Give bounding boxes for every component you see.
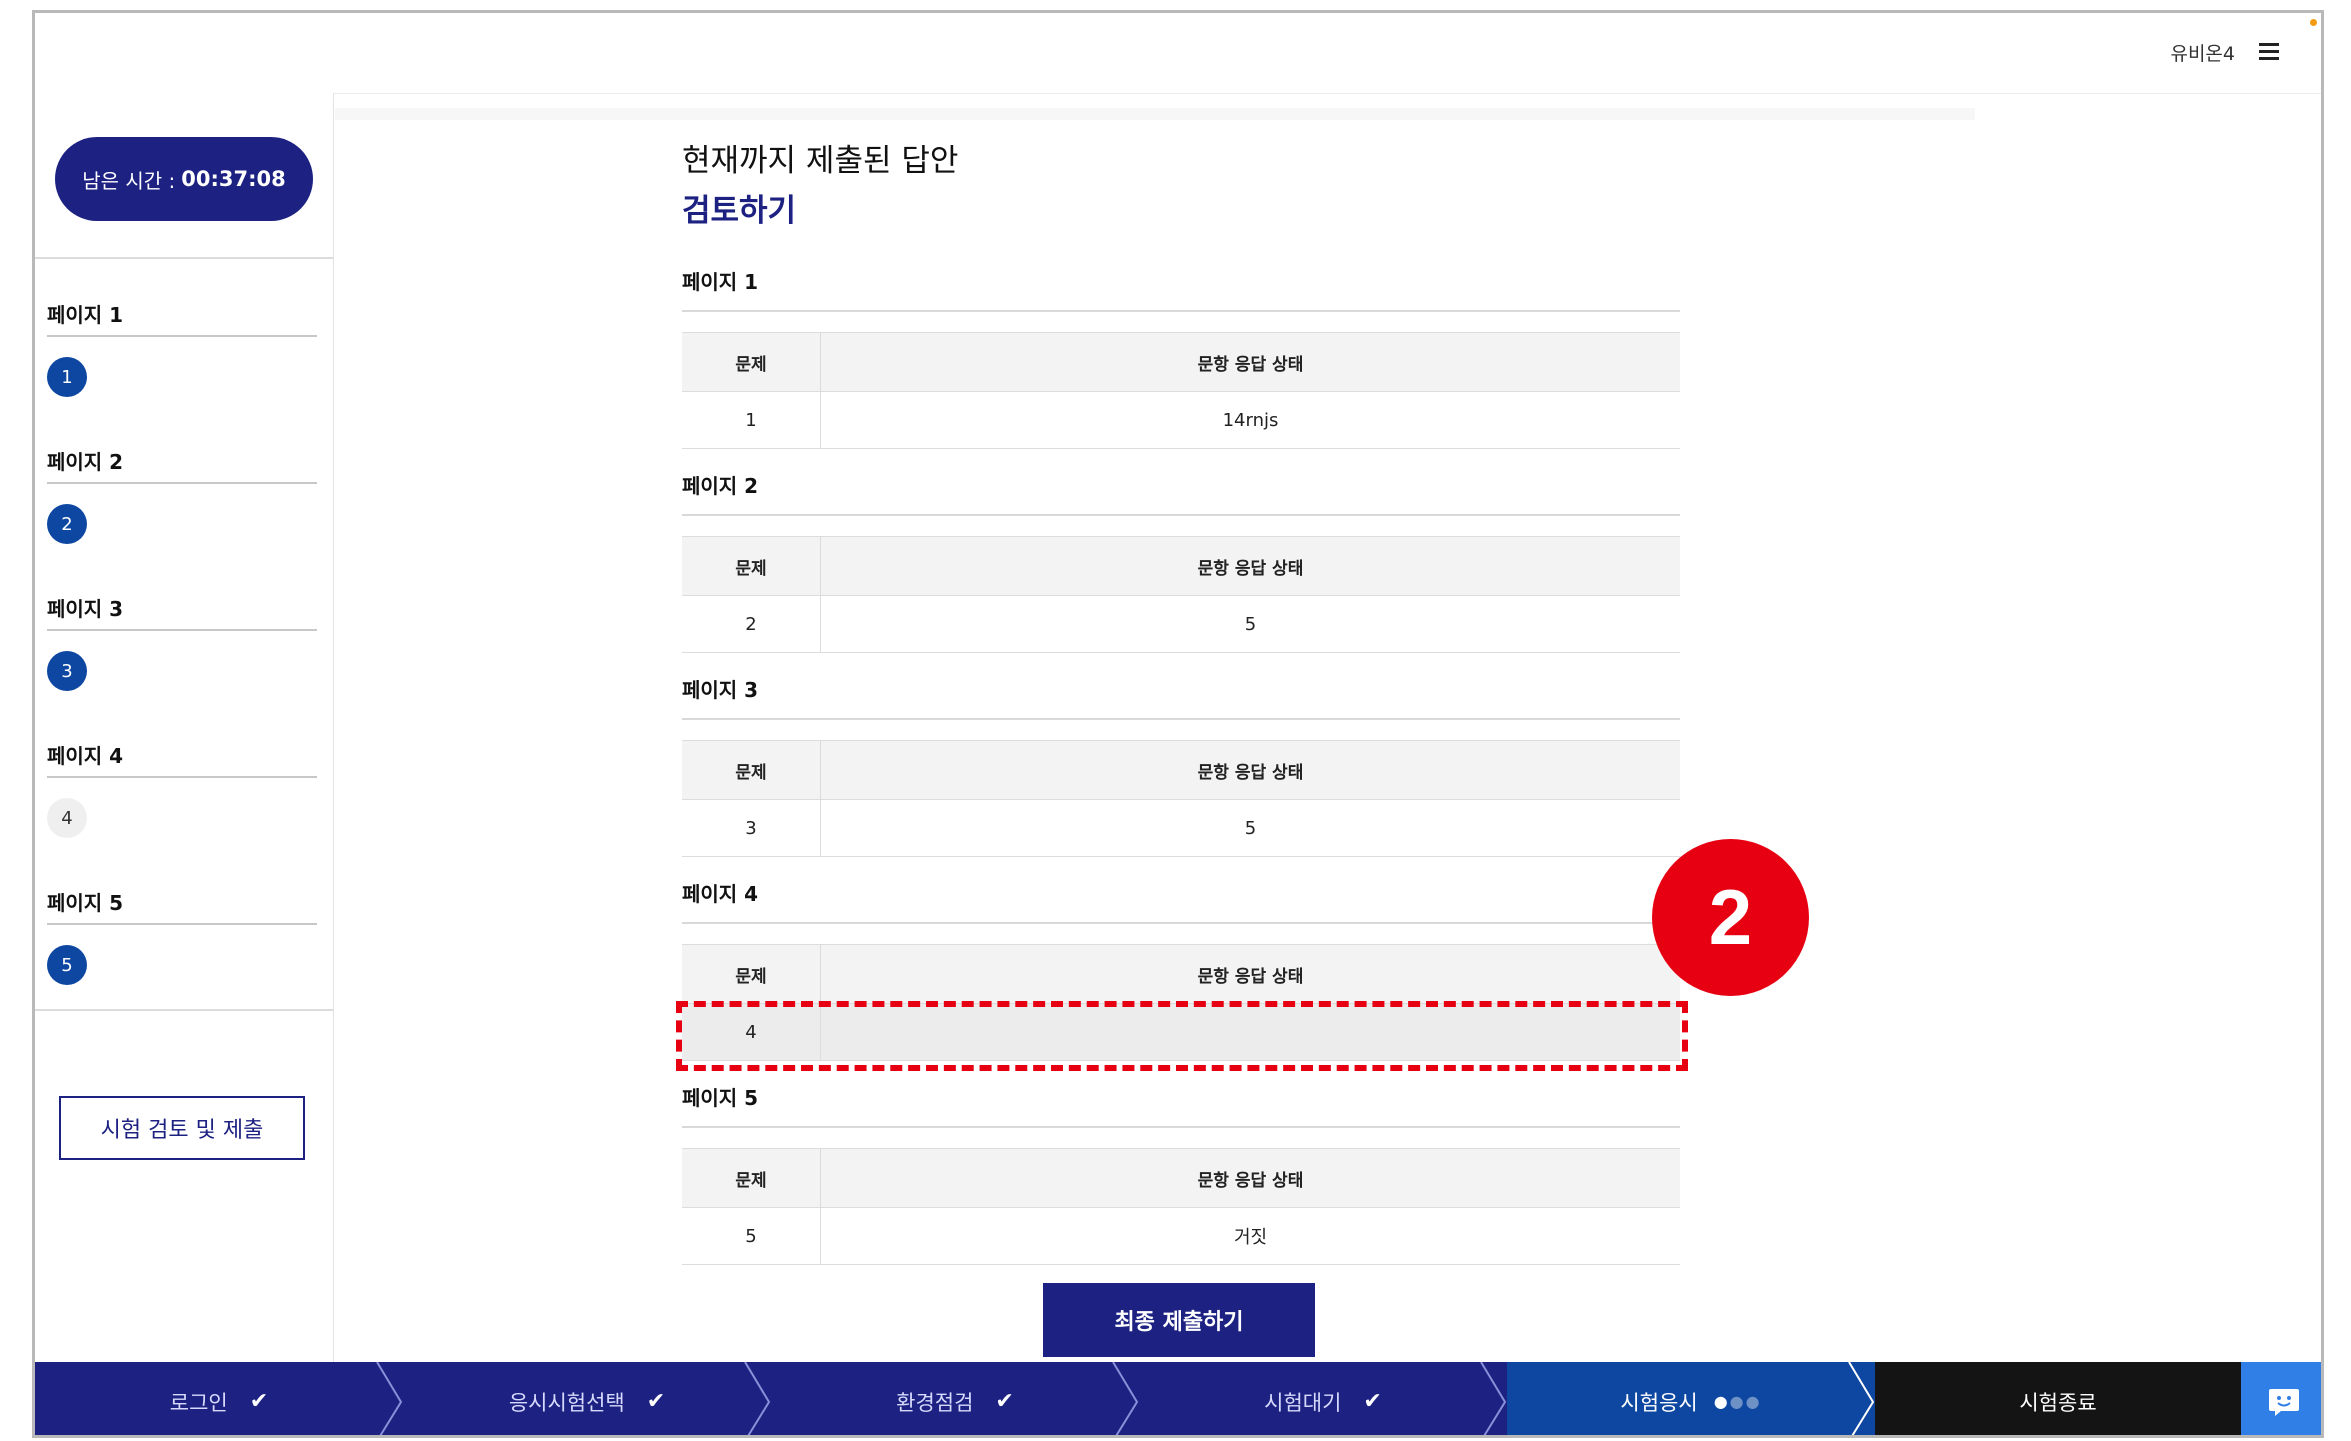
step-label: 시험응시 bbox=[1620, 1390, 1698, 1415]
sidebar-page-title: 페이지 3 bbox=[47, 597, 124, 621]
column-header-status: 문항 응답 상태 bbox=[820, 740, 1680, 800]
checkmark-icon: ✔ bbox=[1363, 1389, 1382, 1414]
column-header-status: 문항 응답 상태 bbox=[820, 1148, 1680, 1208]
step-arrow-icon bbox=[1848, 1362, 1875, 1435]
in-progress-dots-icon: ●●● bbox=[1713, 1392, 1762, 1411]
section-divider bbox=[682, 718, 1680, 720]
sidebar-divider bbox=[35, 257, 333, 259]
answer-status-cell: 5 bbox=[820, 595, 1680, 653]
column-header-status: 문항 응답 상태 bbox=[820, 944, 1680, 1004]
step-arrow-icon bbox=[1480, 1362, 1507, 1435]
question-nav-1[interactable]: 1 bbox=[47, 357, 87, 397]
answer-status-cell bbox=[820, 1003, 1680, 1061]
answer-status-cell: 5 bbox=[820, 799, 1680, 857]
question-number-cell: 4 bbox=[682, 1003, 821, 1061]
question-nav-5[interactable]: 5 bbox=[47, 945, 87, 985]
step-arrow-icon bbox=[744, 1362, 771, 1435]
final-submit-button[interactable]: 최종 제출하기 bbox=[1043, 1283, 1315, 1357]
question-number-cell: 2 bbox=[682, 595, 821, 653]
step-label: 응시시험선택 bbox=[508, 1390, 625, 1415]
progress-step-bar: 로그인 ✔ 응시시험선택 ✔ 환경점검 ✔ 시험대기 ✔ 시험응시 ●●● 시험… bbox=[35, 1362, 2321, 1435]
page-subtitle: 검토하기 bbox=[682, 193, 797, 229]
sidebar-page-divider bbox=[47, 335, 317, 337]
step-arrow-icon bbox=[1112, 1362, 1139, 1435]
remaining-time-badge: 남은 시간 : 00:37:08 bbox=[55, 137, 313, 221]
column-header-question: 문제 bbox=[682, 1148, 821, 1208]
question-number-cell: 3 bbox=[682, 799, 821, 857]
chat-button[interactable] bbox=[2241, 1362, 2321, 1435]
table-row: 4 bbox=[682, 1003, 1680, 1061]
step-exam-end: 시험종료 bbox=[1875, 1362, 2241, 1435]
sidebar-page-divider bbox=[47, 776, 317, 778]
section-title: 페이지 2 bbox=[682, 474, 759, 498]
sidebar-page-title: 페이지 2 bbox=[47, 450, 124, 474]
review-submit-button[interactable]: 시험 검토 및 제출 bbox=[59, 1096, 305, 1160]
answer-table: 문제 문항 응답 상태 4 bbox=[682, 944, 1680, 1061]
step-exam-taking: 시험응시 ●●● bbox=[1507, 1362, 1875, 1435]
notification-dot-icon bbox=[2310, 19, 2317, 26]
sidebar-page-divider bbox=[47, 482, 317, 484]
sidebar-page-divider bbox=[47, 923, 317, 925]
timer-value: 00:37:08 bbox=[181, 167, 286, 191]
answer-table: 문제 문항 응답 상태 1 14rnjs bbox=[682, 332, 1680, 449]
sidebar-page-title: 페이지 5 bbox=[47, 891, 124, 915]
question-number-cell: 1 bbox=[682, 391, 821, 449]
step-environment-check: 환경점검 ✔ bbox=[771, 1362, 1139, 1435]
section-divider bbox=[682, 514, 1680, 516]
column-header-question: 문제 bbox=[682, 536, 821, 596]
page-title: 현재까지 제출된 답안 bbox=[682, 143, 959, 179]
table-row: 1 14rnjs bbox=[682, 391, 1680, 449]
question-nav-4[interactable]: 4 bbox=[47, 798, 87, 838]
column-header-status: 문항 응답 상태 bbox=[820, 536, 1680, 596]
section-title: 페이지 4 bbox=[682, 882, 759, 906]
table-row: 2 5 bbox=[682, 595, 1680, 653]
user-name: 유비온4 bbox=[2170, 43, 2235, 65]
checkmark-icon: ✔ bbox=[249, 1389, 269, 1414]
step-label: 로그인 bbox=[169, 1390, 228, 1415]
section-title: 페이지 3 bbox=[682, 678, 759, 702]
section-title: 페이지 1 bbox=[682, 270, 759, 294]
sidebar-divider bbox=[35, 1009, 333, 1011]
section-divider bbox=[682, 1126, 1680, 1128]
table-row: 5 거짓 bbox=[682, 1207, 1680, 1265]
answer-table: 문제 문항 응답 상태 5 거짓 bbox=[682, 1148, 1680, 1265]
answer-table: 문제 문항 응답 상태 3 5 bbox=[682, 740, 1680, 857]
hamburger-menu-icon[interactable] bbox=[2259, 43, 2279, 61]
answer-table: 문제 문항 응답 상태 2 5 bbox=[682, 536, 1680, 653]
column-header-question: 문제 bbox=[682, 740, 821, 800]
column-header-status: 문항 응답 상태 bbox=[820, 332, 1680, 392]
checkmark-icon: ✔ bbox=[646, 1389, 666, 1414]
question-nav-2[interactable]: 2 bbox=[47, 504, 87, 544]
checkmark-icon: ✔ bbox=[995, 1389, 1014, 1414]
step-label: 환경점검 bbox=[896, 1390, 974, 1415]
question-number-cell: 5 bbox=[682, 1207, 821, 1265]
section-divider bbox=[682, 310, 1680, 312]
sidebar-page-title: 페이지 4 bbox=[47, 744, 124, 768]
step-label: 시험대기 bbox=[1264, 1390, 1342, 1415]
chat-icon bbox=[2269, 1388, 2299, 1416]
step-exam-waiting: 시험대기 ✔ bbox=[1139, 1362, 1507, 1435]
main-top-strip bbox=[335, 108, 1975, 120]
question-nav-3[interactable]: 3 bbox=[47, 651, 87, 691]
column-header-question: 문제 bbox=[682, 944, 821, 1004]
timer-label: 남은 시간 : bbox=[82, 168, 176, 193]
step-arrow-icon bbox=[376, 1362, 403, 1435]
answer-status-cell: 거짓 bbox=[820, 1207, 1680, 1265]
section-divider bbox=[682, 922, 1680, 924]
app-window: 유비온4 남은 시간 : 00:37:08 페이지 1 1 페이지 2 2 페이… bbox=[32, 10, 2324, 1438]
callout-number-badge: 2 bbox=[1652, 839, 1809, 996]
step-exam-select: 응시시험선택 ✔ bbox=[403, 1362, 771, 1435]
column-header-question: 문제 bbox=[682, 332, 821, 392]
section-title: 페이지 5 bbox=[682, 1086, 759, 1110]
sidebar-page-title: 페이지 1 bbox=[47, 303, 124, 327]
step-label: 시험종료 bbox=[2019, 1390, 2097, 1415]
answer-status-cell: 14rnjs bbox=[820, 391, 1680, 449]
sidebar: 남은 시간 : 00:37:08 페이지 1 1 페이지 2 2 페이지 3 3… bbox=[35, 93, 334, 1363]
step-login: 로그인 ✔ bbox=[35, 1362, 403, 1435]
top-bar: 유비온4 bbox=[35, 13, 2321, 94]
sidebar-page-divider bbox=[47, 629, 317, 631]
table-row: 3 5 bbox=[682, 799, 1680, 857]
